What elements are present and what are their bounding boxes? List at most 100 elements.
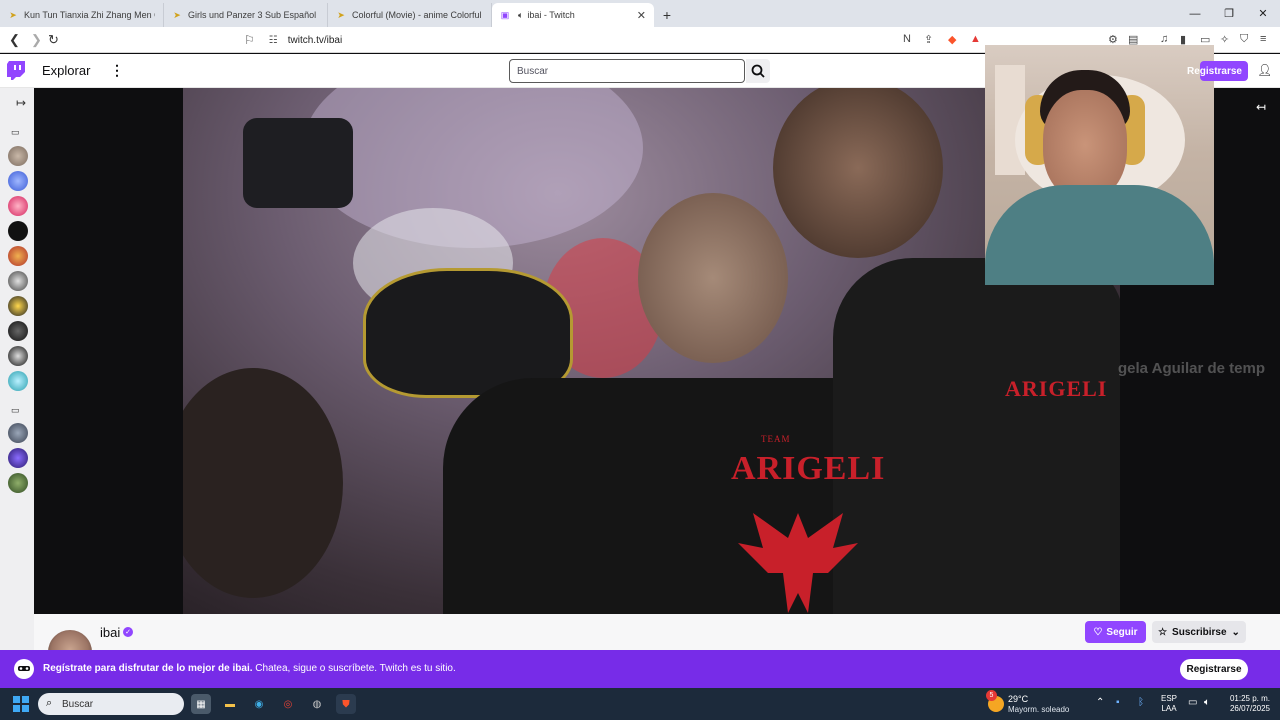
tab-title: Kun Tun Tianxia Zhi Zhang Men Gui — [24, 10, 155, 20]
channel-avatar[interactable] — [8, 423, 28, 443]
folder-icon: ➤ — [173, 9, 181, 20]
tray-app-icon[interactable]: ▪ — [1116, 697, 1120, 708]
menu-icon[interactable]: ≡ — [1260, 33, 1266, 45]
minimize-icon[interactable]: — — [1178, 0, 1212, 27]
channel-avatar[interactable] — [8, 296, 28, 316]
search-icon — [751, 64, 765, 78]
close-tab-button[interactable]: ✕ — [637, 9, 646, 22]
media-icon[interactable]: ♫ — [1160, 33, 1168, 45]
vpn-icon[interactable]: ⛉ — [1240, 33, 1248, 46]
channel-avatar[interactable] — [8, 221, 28, 241]
window-controls: — ❐ ✕ — [1178, 0, 1280, 27]
volume-icon[interactable]: 🔈︎ — [1204, 697, 1210, 708]
channel-avatar[interactable] — [8, 448, 28, 468]
banner-text-bold: Regístrate para disfrutar de lo mejor de… — [43, 663, 253, 674]
followed-channels-rail: ▭ ▭ — [0, 88, 34, 650]
bluetooth-icon[interactable]: ᛒ — [1138, 697, 1144, 708]
app-icon[interactable]: ◍ — [307, 694, 327, 714]
weather-condition: Mayorm. soleado — [1008, 705, 1070, 714]
banner-text: Regístrate para disfrutar de lo mejor de… — [43, 663, 456, 674]
weather-temp: 29°C — [1008, 694, 1029, 704]
folder-icon: ➤ — [9, 9, 17, 20]
clock-time: 01:25 p. m. — [1229, 694, 1270, 703]
more-options-icon[interactable]: ⋮ — [110, 62, 124, 79]
clock-date: 26/07/2025 — [1229, 704, 1270, 713]
glitch-mascot-icon — [14, 659, 34, 679]
search-icon: ⌕ — [46, 697, 53, 709]
browser-tab[interactable]: ➤ Kun Tun Tianxia Zhi Zhang Men Gui — [0, 3, 164, 27]
close-window-icon[interactable]: ✕ — [1246, 0, 1280, 27]
expand-sidebar-icon[interactable]: ↦ — [16, 96, 26, 110]
restore-icon[interactable]: ❐ — [1212, 0, 1246, 27]
browser-tab-active[interactable]: ▣ 🔈︎ ibai - Twitch ✕ — [492, 3, 654, 27]
twitch-logo-icon[interactable] — [7, 61, 25, 80]
network-icon[interactable]: ▭ — [1188, 697, 1197, 708]
speaker-icon[interactable]: 🔈︎ — [518, 10, 523, 21]
brave-rewards-icon[interactable]: ▲ — [970, 33, 981, 45]
user-icon[interactable]: 👤︎ — [1257, 63, 1272, 77]
browser-tab-strip: ➤ Kun Tun Tianxia Zhi Zhang Men Gui ➤ Gi… — [0, 0, 1280, 27]
brave-shields-icon[interactable]: ◆ — [948, 33, 956, 46]
shirt-brand-text-right: ARIGELI — [1005, 376, 1108, 401]
video-frame[interactable]: TEAM ARIGELI ARIGELI — [183, 88, 1120, 614]
subscribe-label: Suscribirse — [1172, 626, 1227, 638]
explorar-link[interactable]: Explorar — [42, 63, 90, 78]
channel-avatar[interactable] — [8, 246, 28, 266]
face — [1043, 90, 1127, 200]
brave-icon[interactable]: ⛊ — [336, 694, 356, 714]
person-left — [183, 368, 343, 598]
verified-badge-icon: ✓ — [123, 627, 133, 637]
follow-button[interactable]: ♡ Seguir — [1085, 621, 1146, 643]
url-field[interactable]: ⚐ ☷ twitch.tv/ibai — [244, 30, 994, 50]
live-channels-icon: ▭ — [11, 127, 20, 137]
forward-icon[interactable]: ❯ — [31, 32, 42, 48]
task-view-icon[interactable]: ▦ — [191, 694, 211, 714]
search-input[interactable]: Buscar — [509, 59, 745, 83]
weather-badge: 5 — [986, 690, 997, 701]
new-tab-button[interactable]: + — [654, 3, 680, 27]
taskbar-search-input[interactable]: ⌕ Buscar — [38, 693, 184, 715]
tray-chevron-icon[interactable]: ⌃ — [1096, 697, 1104, 708]
file-explorer-icon[interactable]: ▬ — [220, 694, 240, 714]
collapse-chat-icon[interactable]: ↤ — [1256, 100, 1266, 114]
share-icon[interactable]: ⇪ — [924, 33, 933, 46]
taskbar-search-placeholder: Buscar — [62, 698, 94, 710]
person-head — [638, 193, 788, 363]
signup-banner: Regístrate para disfrutar de lo mejor de… — [0, 650, 1280, 688]
channel-avatar[interactable] — [8, 196, 28, 216]
channel-avatar[interactable] — [8, 171, 28, 191]
channel-avatar[interactable] — [8, 146, 28, 166]
windows-taskbar: ⌕ Buscar ▦ ▬ ◉ ◎ ◍ ⛊ 5 29°C Mayorm. sole… — [0, 688, 1280, 720]
subscribe-button[interactable]: ☆ Suscribirse ⌄ — [1152, 621, 1246, 643]
lang-line2: LAA — [1161, 704, 1177, 713]
camera-equipment — [243, 118, 353, 208]
bookmark-icon[interactable]: ⚐ — [244, 33, 255, 47]
windows-start-icon[interactable] — [13, 696, 29, 712]
shirt-team-text: TEAM — [761, 434, 791, 444]
banner-register-button[interactable]: Registrarse — [1180, 659, 1248, 680]
reload-icon[interactable]: ↻ — [48, 32, 59, 48]
channel-avatar[interactable] — [8, 346, 28, 366]
edge-icon[interactable]: ◉ — [249, 694, 269, 714]
browser-tab[interactable]: ➤ Girls und Panzer 3 Sub Español Online — [164, 3, 328, 27]
star-icon: ☆ — [1158, 626, 1168, 638]
channel-avatar[interactable] — [8, 473, 28, 493]
channel-avatar[interactable] — [8, 371, 28, 391]
channel-name[interactable]: ibai — [100, 625, 120, 640]
leo-icon[interactable]: ✧ — [1220, 33, 1229, 46]
translate-icon[interactable]: N — [903, 33, 911, 45]
site-settings-icon[interactable]: ☷ — [269, 35, 278, 46]
follow-label: Seguir — [1106, 626, 1138, 638]
language-indicator[interactable]: ESP LAA — [1161, 694, 1177, 714]
banner-text-rest: Chatea, sigue o suscríbete. Twitch es tu… — [252, 663, 456, 674]
channel-avatar[interactable] — [8, 271, 28, 291]
recommended-channels-icon: ▭ — [11, 405, 20, 415]
back-icon[interactable]: ❮ — [9, 32, 20, 48]
clock[interactable]: 01:25 p. m. 26/07/2025 — [1222, 694, 1270, 714]
chrome-icon[interactable]: ◎ — [278, 694, 298, 714]
tab-title: ibai - Twitch — [527, 10, 575, 20]
browser-tab[interactable]: ➤ Colorful (Movie) - anime Colorful (M — [328, 3, 492, 27]
search-button[interactable] — [746, 59, 770, 83]
channel-avatar[interactable] — [8, 321, 28, 341]
register-top-button[interactable]: Registrarse — [1187, 61, 1248, 81]
